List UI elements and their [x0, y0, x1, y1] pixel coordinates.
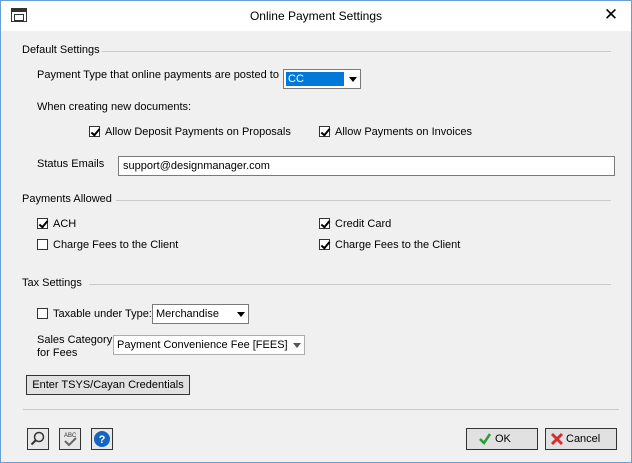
- allow-invoices-checkbox[interactable]: [319, 126, 330, 137]
- ok-label: OK: [495, 433, 511, 445]
- allow-deposit-checkbox[interactable]: [89, 126, 100, 137]
- spell-check-button[interactable]: ABC: [59, 428, 81, 450]
- payments-allowed-heading: Payments Allowed: [22, 193, 112, 205]
- payment-type-value: CC: [288, 73, 304, 85]
- new-documents-label: When creating new documents:: [37, 101, 192, 113]
- taxable-type-select[interactable]: Merchandise: [152, 304, 249, 324]
- tax-settings-heading: Tax Settings: [22, 277, 82, 289]
- ok-button[interactable]: OK: [466, 428, 538, 450]
- cc-charge-fees-label: Charge Fees to the Client: [335, 239, 461, 251]
- credit-card-checkbox[interactable]: [319, 218, 330, 229]
- close-icon[interactable]: ✕: [601, 5, 621, 25]
- title-bar: Online Payment Settings ✕: [1, 1, 631, 31]
- section-divider: [89, 284, 611, 285]
- payment-type-select[interactable]: CC: [283, 69, 361, 89]
- section-divider: [116, 200, 611, 201]
- search-button[interactable]: [27, 428, 49, 450]
- online-payment-settings-dialog: Online Payment Settings ✕ Default Settin…: [0, 0, 632, 463]
- footer-divider: [23, 409, 619, 410]
- taxable-type-value: Merchandise: [156, 308, 219, 320]
- sales-category-value: Payment Convenience Fee [FEES]: [117, 339, 288, 351]
- allow-invoices-label: Allow Payments on Invoices: [335, 126, 472, 138]
- status-emails-label: Status Emails: [37, 158, 105, 170]
- selected-highlight: CC: [286, 72, 344, 86]
- allow-deposit-label: Allow Deposit Payments on Proposals: [105, 126, 291, 138]
- cancel-button[interactable]: Cancel: [545, 428, 617, 450]
- cancel-x-icon: [550, 432, 564, 446]
- search-icon: [30, 431, 45, 446]
- sales-category-select[interactable]: Payment Convenience Fee [FEES]: [113, 335, 305, 355]
- taxable-label: Taxable under Type:: [53, 308, 152, 320]
- chevron-down-icon: [237, 312, 245, 317]
- payment-type-label: Payment Type that online payments are po…: [37, 69, 279, 81]
- ach-checkbox[interactable]: [37, 218, 48, 229]
- sales-category-label: Sales Category: [37, 334, 113, 346]
- section-divider: [102, 51, 611, 52]
- sales-category-label-line2: for Fees: [37, 347, 78, 359]
- credit-card-label: Credit Card: [335, 218, 392, 230]
- help-button[interactable]: ?: [91, 428, 113, 450]
- check-icon: [479, 433, 492, 445]
- status-emails-field[interactable]: [118, 156, 615, 176]
- ach-charge-fees-checkbox[interactable]: [37, 239, 48, 250]
- help-icon: ?: [94, 431, 110, 447]
- ach-charge-fees-label: Charge Fees to the Client: [53, 239, 179, 251]
- svg-text:?: ?: [99, 434, 106, 446]
- window-title: Online Payment Settings: [249, 9, 383, 23]
- chevron-down-icon: [293, 343, 301, 348]
- chevron-down-icon: [349, 77, 357, 82]
- cc-charge-fees-checkbox[interactable]: [319, 239, 330, 250]
- ach-label: ACH: [53, 218, 77, 230]
- cancel-label: Cancel: [566, 433, 601, 445]
- spell-check-icon: ABC: [64, 433, 77, 447]
- taxable-checkbox[interactable]: [37, 308, 48, 319]
- status-emails-input[interactable]: [119, 157, 614, 175]
- default-settings-heading: Default Settings: [22, 44, 100, 56]
- enter-credentials-button[interactable]: Enter TSYS/Cayan Credentials: [26, 375, 190, 395]
